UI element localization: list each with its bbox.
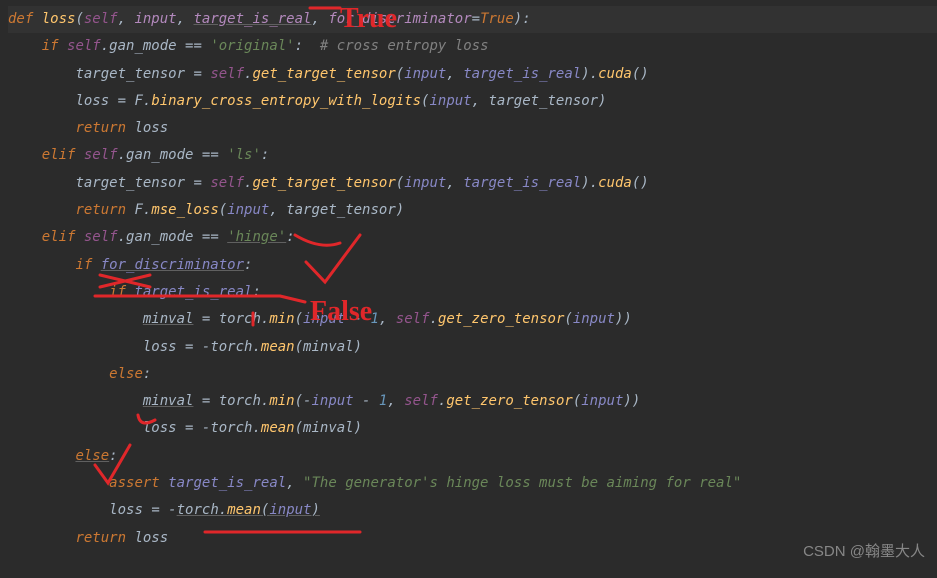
code-line: loss = -torch.mean(minval)	[8, 415, 937, 442]
code-line: loss = F.binary_cross_entropy_with_logit…	[8, 88, 937, 115]
comment: # cross entropy loss	[320, 38, 489, 54]
code-line: return loss	[8, 115, 937, 142]
code-line: target_tensor = self.get_target_tensor(i…	[8, 61, 937, 88]
code-line: elif self.gan_mode == 'hinge':	[8, 224, 937, 251]
code-line: def loss(self, input, target_is_real, fo…	[8, 6, 937, 33]
fn-name: loss	[42, 11, 76, 27]
code-editor: def loss(self, input, target_is_real, fo…	[0, 0, 937, 552]
code-line: return F.mse_loss(input, target_tensor)	[8, 197, 937, 224]
code-line: if for_discriminator:	[8, 252, 937, 279]
code-line: return loss	[8, 525, 937, 552]
code-line: assert target_is_real, "The generator's …	[8, 470, 937, 497]
code-line: else:	[8, 443, 937, 470]
code-line: if target_is_real:	[8, 279, 937, 306]
code-line: minval = torch.min(input - 1, self.get_z…	[8, 306, 937, 333]
keyword-def: def	[8, 11, 42, 27]
code-line: if self.gan_mode == 'original': # cross …	[8, 33, 937, 60]
code-line: loss = -torch.mean(minval)	[8, 334, 937, 361]
code-line: else:	[8, 361, 937, 388]
code-line: target_tensor = self.get_target_tensor(i…	[8, 170, 937, 197]
code-line: elif self.gan_mode == 'ls':	[8, 142, 937, 169]
code-line: minval = torch.min(-input - 1, self.get_…	[8, 388, 937, 415]
watermark: CSDN @翰墨大人	[803, 537, 925, 566]
code-line: loss = -torch.mean(input)	[8, 497, 937, 524]
